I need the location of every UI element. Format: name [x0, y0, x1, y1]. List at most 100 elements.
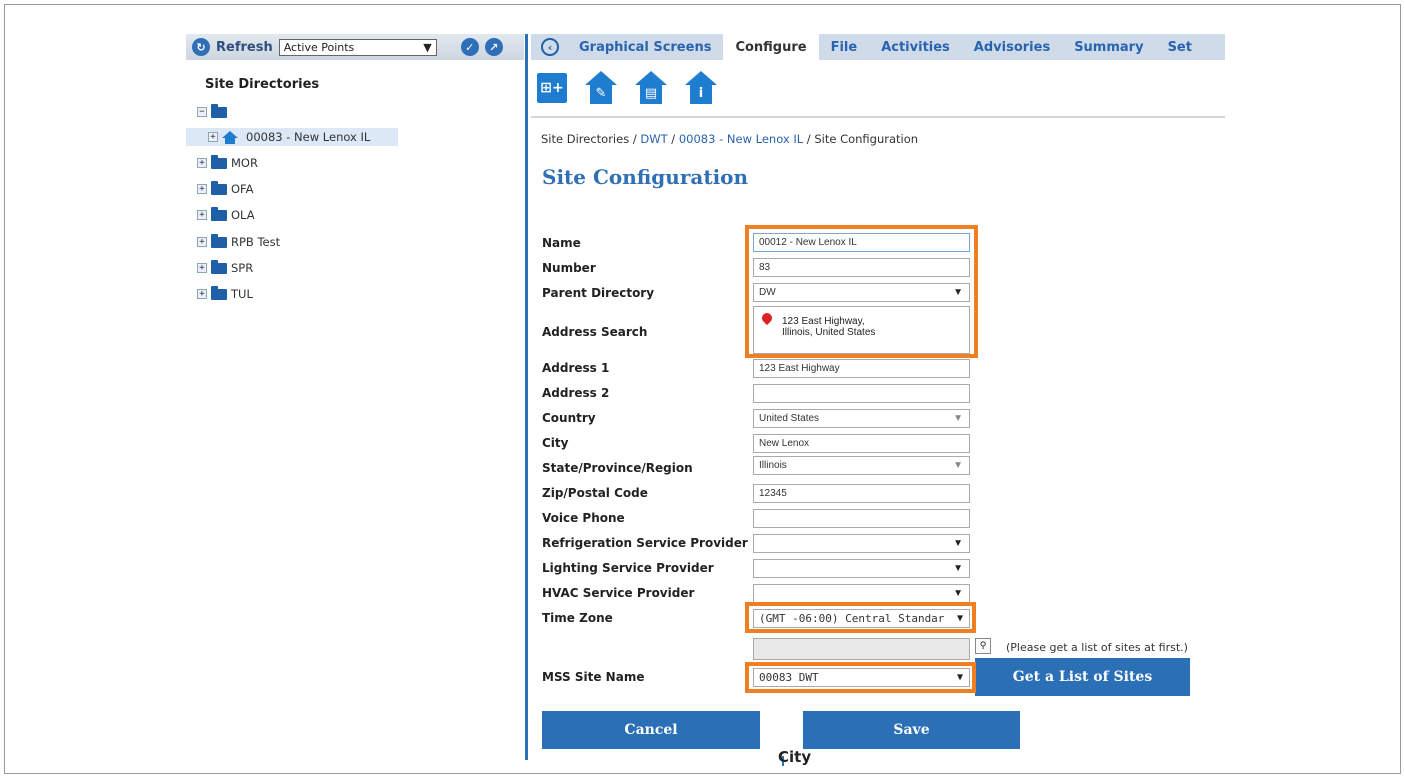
edit-site-icon[interactable]: ✎	[585, 71, 617, 105]
state-select[interactable]: Illinois ▼	[753, 456, 970, 475]
tree-root[interactable]: −	[197, 103, 231, 121]
city-label: City	[542, 436, 569, 450]
mss-site-search-field[interactable]	[753, 638, 970, 660]
expand-icon[interactable]: +	[197, 158, 207, 168]
chevron-down-icon: ▼	[953, 588, 963, 599]
voice-phone-label: Voice Phone	[542, 511, 625, 525]
hvac-provider-select[interactable]: ▼	[753, 584, 970, 603]
tree-label: RPB Test	[231, 235, 281, 249]
breadcrumb-current: Site Configuration	[814, 132, 919, 146]
points-filter-select[interactable]: Active Points ▼	[278, 38, 437, 56]
voice-phone-field[interactable]	[753, 509, 970, 528]
folder-icon	[211, 180, 227, 195]
main-tabs: ‹ Graphical Screens Configure File Activ…	[531, 34, 1225, 60]
site-home-icon	[222, 130, 238, 144]
overlay-text-fragment: City	[778, 748, 812, 766]
zip-field[interactable]: 12345	[753, 484, 970, 503]
number-label: Number	[542, 261, 596, 275]
address2-label: Address 2	[542, 386, 610, 400]
breadcrumb-separator: /	[803, 132, 815, 146]
refresh-icon[interactable]: ↻	[192, 38, 210, 56]
site-directories-title: Site Directories	[205, 77, 320, 92]
refrigeration-provider-label: Refrigeration Service Provider	[542, 536, 748, 550]
left-toolbar: ↻ Refresh Active Points ▼ ✓ ↗	[186, 34, 524, 60]
chevron-down-icon: ▼	[953, 460, 963, 471]
check-icon[interactable]: ✓	[460, 38, 479, 56]
address1-label: Address 1	[542, 361, 610, 375]
tree-item-site-00083[interactable]: + 00083 - New Lenox IL	[186, 128, 398, 146]
expand-icon[interactable]: +	[197, 210, 207, 220]
folder-icon	[211, 233, 227, 248]
expand-icon[interactable]: +	[197, 184, 207, 194]
search-icon[interactable]: ⚲	[975, 638, 991, 654]
state-value: Illinois	[759, 460, 787, 471]
save-button[interactable]: Save	[803, 711, 1020, 749]
panel-divider[interactable]	[525, 34, 528, 760]
tree-item-rpb-test[interactable]: + RPB Test	[197, 233, 280, 251]
highlight-box	[745, 225, 978, 358]
tab-file[interactable]: File	[819, 34, 870, 60]
breadcrumb-dir[interactable]: DWT	[640, 132, 667, 146]
tab-settings[interactable]: Set	[1156, 34, 1204, 60]
address2-field[interactable]	[753, 384, 970, 403]
expand-icon[interactable]: +	[197, 263, 207, 273]
tab-graphical-screens[interactable]: Graphical Screens	[567, 34, 723, 60]
collapse-icon[interactable]: −	[197, 107, 207, 117]
tab-activities[interactable]: Activities	[869, 34, 962, 60]
get-list-of-sites-button[interactable]: Get a List of Sites	[975, 658, 1190, 696]
chevron-down-icon: ▼	[953, 538, 963, 549]
mss-hint-text: (Please get a list of sites at first.)	[1006, 641, 1188, 654]
mss-site-name-label: MSS Site Name	[542, 670, 645, 684]
cancel-button[interactable]: Cancel	[542, 711, 760, 749]
name-label: Name	[542, 236, 581, 250]
refresh-button[interactable]: Refresh	[216, 40, 273, 55]
tab-configure[interactable]: Configure	[723, 34, 819, 60]
breadcrumb-root[interactable]: Site Directories	[541, 132, 629, 146]
back-button[interactable]: ‹	[539, 34, 561, 60]
expand-icon[interactable]: +	[197, 289, 207, 299]
tree-item-ola[interactable]: + OLA	[197, 206, 255, 224]
folder-icon	[211, 259, 227, 274]
breadcrumb: Site Directories / DWT / 00083 - New Len…	[541, 132, 918, 146]
tree-item-mor[interactable]: + MOR	[197, 154, 258, 172]
city-field[interactable]: New Lenox	[753, 434, 970, 453]
country-select[interactable]: United States ▼	[753, 409, 970, 428]
folder-icon	[211, 103, 227, 118]
folder-icon	[211, 206, 227, 221]
address-search-label: Address Search	[542, 325, 648, 339]
tab-advisories[interactable]: Advisories	[962, 34, 1062, 60]
lighting-provider-select[interactable]: ▼	[753, 559, 970, 578]
hvac-provider-label: HVAC Service Provider	[542, 586, 695, 600]
refrigeration-provider-select[interactable]: ▼	[753, 534, 970, 553]
tree-label: TUL	[231, 287, 253, 301]
parent-directory-label: Parent Directory	[542, 286, 655, 300]
tree-item-tul[interactable]: + TUL	[197, 285, 253, 303]
breadcrumb-separator: /	[629, 132, 641, 146]
add-site-icon[interactable]: ⊞+	[537, 73, 567, 103]
address1-field[interactable]: 123 East Highway	[753, 359, 970, 378]
tree-label: OLA	[231, 208, 255, 222]
breadcrumb-separator: /	[667, 132, 679, 146]
expand-icon[interactable]: +	[197, 237, 207, 247]
expand-icon[interactable]: +	[208, 132, 218, 142]
breadcrumb-site[interactable]: 00083 - New Lenox IL	[679, 132, 803, 146]
delete-site-icon[interactable]: ▤	[635, 71, 667, 105]
tree-item-ofa[interactable]: + OFA	[197, 180, 253, 198]
tab-summary[interactable]: Summary	[1062, 34, 1155, 60]
folder-icon	[211, 285, 227, 300]
country-value: United States	[759, 413, 820, 424]
highlight-box	[745, 602, 976, 633]
action-toolbar: ⊞+ ✎ ▤ i	[531, 60, 1225, 118]
zip-label: Zip/Postal Code	[542, 486, 648, 500]
chevron-down-icon: ▼	[423, 40, 432, 54]
tree-item-spr[interactable]: + SPR	[197, 259, 253, 277]
chart-icon[interactable]: ↗	[484, 38, 503, 56]
tree-label: MOR	[231, 156, 258, 170]
points-filter-value: Active Points	[283, 40, 355, 54]
tree-label: 00083 - New Lenox IL	[246, 130, 371, 144]
site-info-icon[interactable]: i	[685, 71, 717, 105]
tree-label: SPR	[231, 261, 254, 275]
folder-icon	[211, 154, 227, 169]
time-zone-label: Time Zone	[542, 611, 613, 625]
chevron-left-icon: ‹	[541, 38, 559, 56]
